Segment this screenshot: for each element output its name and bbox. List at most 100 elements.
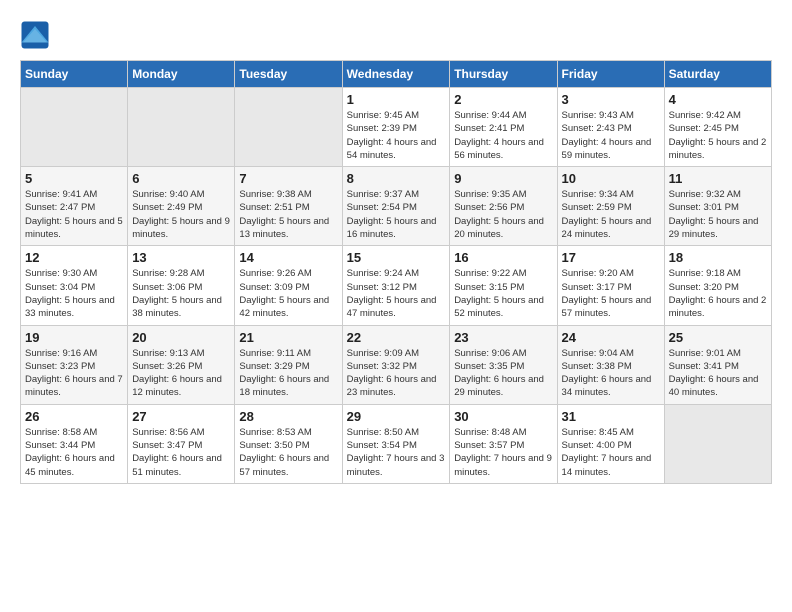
- calendar-header-friday: Friday: [557, 61, 664, 88]
- day-number: 5: [25, 171, 123, 186]
- calendar-cell: 10 Sunrise: 9:34 AM Sunset: 2:59 PM Dayli…: [557, 167, 664, 246]
- calendar-cell: 23 Sunrise: 9:06 AM Sunset: 3:35 PM Dayli…: [450, 325, 557, 404]
- day-info: Sunrise: 9:32 AM Sunset: 3:01 PM Dayligh…: [669, 188, 767, 241]
- calendar-cell: 30 Sunrise: 8:48 AM Sunset: 3:57 PM Dayli…: [450, 404, 557, 483]
- calendar-cell: 22 Sunrise: 9:09 AM Sunset: 3:32 PM Dayli…: [342, 325, 450, 404]
- calendar-cell: 19 Sunrise: 9:16 AM Sunset: 3:23 PM Dayli…: [21, 325, 128, 404]
- day-number: 12: [25, 250, 123, 265]
- day-number: 25: [669, 330, 767, 345]
- day-info: Sunrise: 9:45 AM Sunset: 2:39 PM Dayligh…: [347, 109, 446, 162]
- calendar-cell: [235, 88, 342, 167]
- day-number: 1: [347, 92, 446, 107]
- calendar-cell: 3 Sunrise: 9:43 AM Sunset: 2:43 PM Daylig…: [557, 88, 664, 167]
- day-info: Sunrise: 8:45 AM Sunset: 4:00 PM Dayligh…: [562, 426, 660, 479]
- calendar-cell: 1 Sunrise: 9:45 AM Sunset: 2:39 PM Daylig…: [342, 88, 450, 167]
- day-info: Sunrise: 9:01 AM Sunset: 3:41 PM Dayligh…: [669, 347, 767, 400]
- calendar-cell: 7 Sunrise: 9:38 AM Sunset: 2:51 PM Daylig…: [235, 167, 342, 246]
- calendar-cell: 28 Sunrise: 8:53 AM Sunset: 3:50 PM Dayli…: [235, 404, 342, 483]
- day-info: Sunrise: 9:30 AM Sunset: 3:04 PM Dayligh…: [25, 267, 123, 320]
- day-info: Sunrise: 9:37 AM Sunset: 2:54 PM Dayligh…: [347, 188, 446, 241]
- day-info: Sunrise: 8:48 AM Sunset: 3:57 PM Dayligh…: [454, 426, 552, 479]
- calendar-header-thursday: Thursday: [450, 61, 557, 88]
- calendar-cell: [128, 88, 235, 167]
- day-number: 8: [347, 171, 446, 186]
- calendar: SundayMondayTuesdayWednesdayThursdayFrid…: [20, 60, 772, 484]
- day-number: 28: [239, 409, 337, 424]
- day-number: 17: [562, 250, 660, 265]
- day-info: Sunrise: 9:18 AM Sunset: 3:20 PM Dayligh…: [669, 267, 767, 320]
- calendar-header-sunday: Sunday: [21, 61, 128, 88]
- day-number: 13: [132, 250, 230, 265]
- day-info: Sunrise: 9:44 AM Sunset: 2:41 PM Dayligh…: [454, 109, 552, 162]
- day-info: Sunrise: 9:09 AM Sunset: 3:32 PM Dayligh…: [347, 347, 446, 400]
- calendar-cell: 18 Sunrise: 9:18 AM Sunset: 3:20 PM Dayli…: [664, 246, 771, 325]
- day-info: Sunrise: 9:28 AM Sunset: 3:06 PM Dayligh…: [132, 267, 230, 320]
- day-info: Sunrise: 8:58 AM Sunset: 3:44 PM Dayligh…: [25, 426, 123, 479]
- calendar-header-tuesday: Tuesday: [235, 61, 342, 88]
- day-number: 22: [347, 330, 446, 345]
- day-number: 10: [562, 171, 660, 186]
- day-number: 11: [669, 171, 767, 186]
- day-number: 24: [562, 330, 660, 345]
- day-info: Sunrise: 9:04 AM Sunset: 3:38 PM Dayligh…: [562, 347, 660, 400]
- calendar-cell: 5 Sunrise: 9:41 AM Sunset: 2:47 PM Daylig…: [21, 167, 128, 246]
- calendar-cell: 31 Sunrise: 8:45 AM Sunset: 4:00 PM Dayli…: [557, 404, 664, 483]
- calendar-header-wednesday: Wednesday: [342, 61, 450, 88]
- day-info: Sunrise: 9:11 AM Sunset: 3:29 PM Dayligh…: [239, 347, 337, 400]
- day-number: 20: [132, 330, 230, 345]
- day-number: 3: [562, 92, 660, 107]
- calendar-cell: 12 Sunrise: 9:30 AM Sunset: 3:04 PM Dayli…: [21, 246, 128, 325]
- day-number: 21: [239, 330, 337, 345]
- calendar-cell: 8 Sunrise: 9:37 AM Sunset: 2:54 PM Daylig…: [342, 167, 450, 246]
- calendar-header-row: SundayMondayTuesdayWednesdayThursdayFrid…: [21, 61, 772, 88]
- calendar-cell: 29 Sunrise: 8:50 AM Sunset: 3:54 PM Dayli…: [342, 404, 450, 483]
- day-info: Sunrise: 8:53 AM Sunset: 3:50 PM Dayligh…: [239, 426, 337, 479]
- day-info: Sunrise: 9:16 AM Sunset: 3:23 PM Dayligh…: [25, 347, 123, 400]
- day-info: Sunrise: 9:13 AM Sunset: 3:26 PM Dayligh…: [132, 347, 230, 400]
- calendar-week-row: 1 Sunrise: 9:45 AM Sunset: 2:39 PM Daylig…: [21, 88, 772, 167]
- day-info: Sunrise: 8:50 AM Sunset: 3:54 PM Dayligh…: [347, 426, 446, 479]
- logo-icon: [20, 20, 50, 50]
- calendar-cell: 4Sunrise: 9:42 AM Sunset: 2:45 PM Daylig…: [664, 88, 771, 167]
- calendar-cell: 11 Sunrise: 9:32 AM Sunset: 3:01 PM Dayli…: [664, 167, 771, 246]
- calendar-cell: 2Sunrise: 9:44 AM Sunset: 2:41 PM Daylig…: [450, 88, 557, 167]
- calendar-cell: 17Sunrise: 9:20 AM Sunset: 3:17 PM Dayli…: [557, 246, 664, 325]
- day-info: Sunrise: 9:42 AM Sunset: 2:45 PM Dayligh…: [669, 109, 767, 162]
- calendar-cell: [664, 404, 771, 483]
- day-info: Sunrise: 9:43 AM Sunset: 2:43 PM Dayligh…: [562, 109, 660, 162]
- logo: [20, 20, 54, 50]
- day-info: Sunrise: 9:38 AM Sunset: 2:51 PM Dayligh…: [239, 188, 337, 241]
- calendar-cell: 24 Sunrise: 9:04 AM Sunset: 3:38 PM Dayli…: [557, 325, 664, 404]
- day-number: 23: [454, 330, 552, 345]
- day-number: 27: [132, 409, 230, 424]
- day-number: 26: [25, 409, 123, 424]
- calendar-week-row: 19 Sunrise: 9:16 AM Sunset: 3:23 PM Dayli…: [21, 325, 772, 404]
- calendar-header-monday: Monday: [128, 61, 235, 88]
- day-number: 7: [239, 171, 337, 186]
- day-number: 30: [454, 409, 552, 424]
- calendar-cell: 15 Sunrise: 9:24 AM Sunset: 3:12 PM Dayli…: [342, 246, 450, 325]
- calendar-week-row: 12 Sunrise: 9:30 AM Sunset: 3:04 PM Dayli…: [21, 246, 772, 325]
- calendar-cell: 21 Sunrise: 9:11 AM Sunset: 3:29 PM Dayli…: [235, 325, 342, 404]
- day-number: 6: [132, 171, 230, 186]
- day-number: 14: [239, 250, 337, 265]
- calendar-cell: 13 Sunrise: 9:28 AM Sunset: 3:06 PM Dayli…: [128, 246, 235, 325]
- day-info: Sunrise: 9:24 AM Sunset: 3:12 PM Dayligh…: [347, 267, 446, 320]
- calendar-cell: 6 Sunrise: 9:40 AM Sunset: 2:49 PM Daylig…: [128, 167, 235, 246]
- calendar-week-row: 5 Sunrise: 9:41 AM Sunset: 2:47 PM Daylig…: [21, 167, 772, 246]
- day-number: 15: [347, 250, 446, 265]
- day-info: Sunrise: 9:35 AM Sunset: 2:56 PM Dayligh…: [454, 188, 552, 241]
- day-info: Sunrise: 9:34 AM Sunset: 2:59 PM Dayligh…: [562, 188, 660, 241]
- day-number: 18: [669, 250, 767, 265]
- day-number: 29: [347, 409, 446, 424]
- day-info: Sunrise: 9:40 AM Sunset: 2:49 PM Dayligh…: [132, 188, 230, 241]
- day-info: Sunrise: 9:26 AM Sunset: 3:09 PM Dayligh…: [239, 267, 337, 320]
- day-info: Sunrise: 9:06 AM Sunset: 3:35 PM Dayligh…: [454, 347, 552, 400]
- day-number: 16: [454, 250, 552, 265]
- calendar-cell: 9Sunrise: 9:35 AM Sunset: 2:56 PM Daylig…: [450, 167, 557, 246]
- calendar-cell: 26 Sunrise: 8:58 AM Sunset: 3:44 PM Dayli…: [21, 404, 128, 483]
- day-info: Sunrise: 9:41 AM Sunset: 2:47 PM Dayligh…: [25, 188, 123, 241]
- day-info: Sunrise: 9:22 AM Sunset: 3:15 PM Dayligh…: [454, 267, 552, 320]
- day-number: 19: [25, 330, 123, 345]
- day-number: 31: [562, 409, 660, 424]
